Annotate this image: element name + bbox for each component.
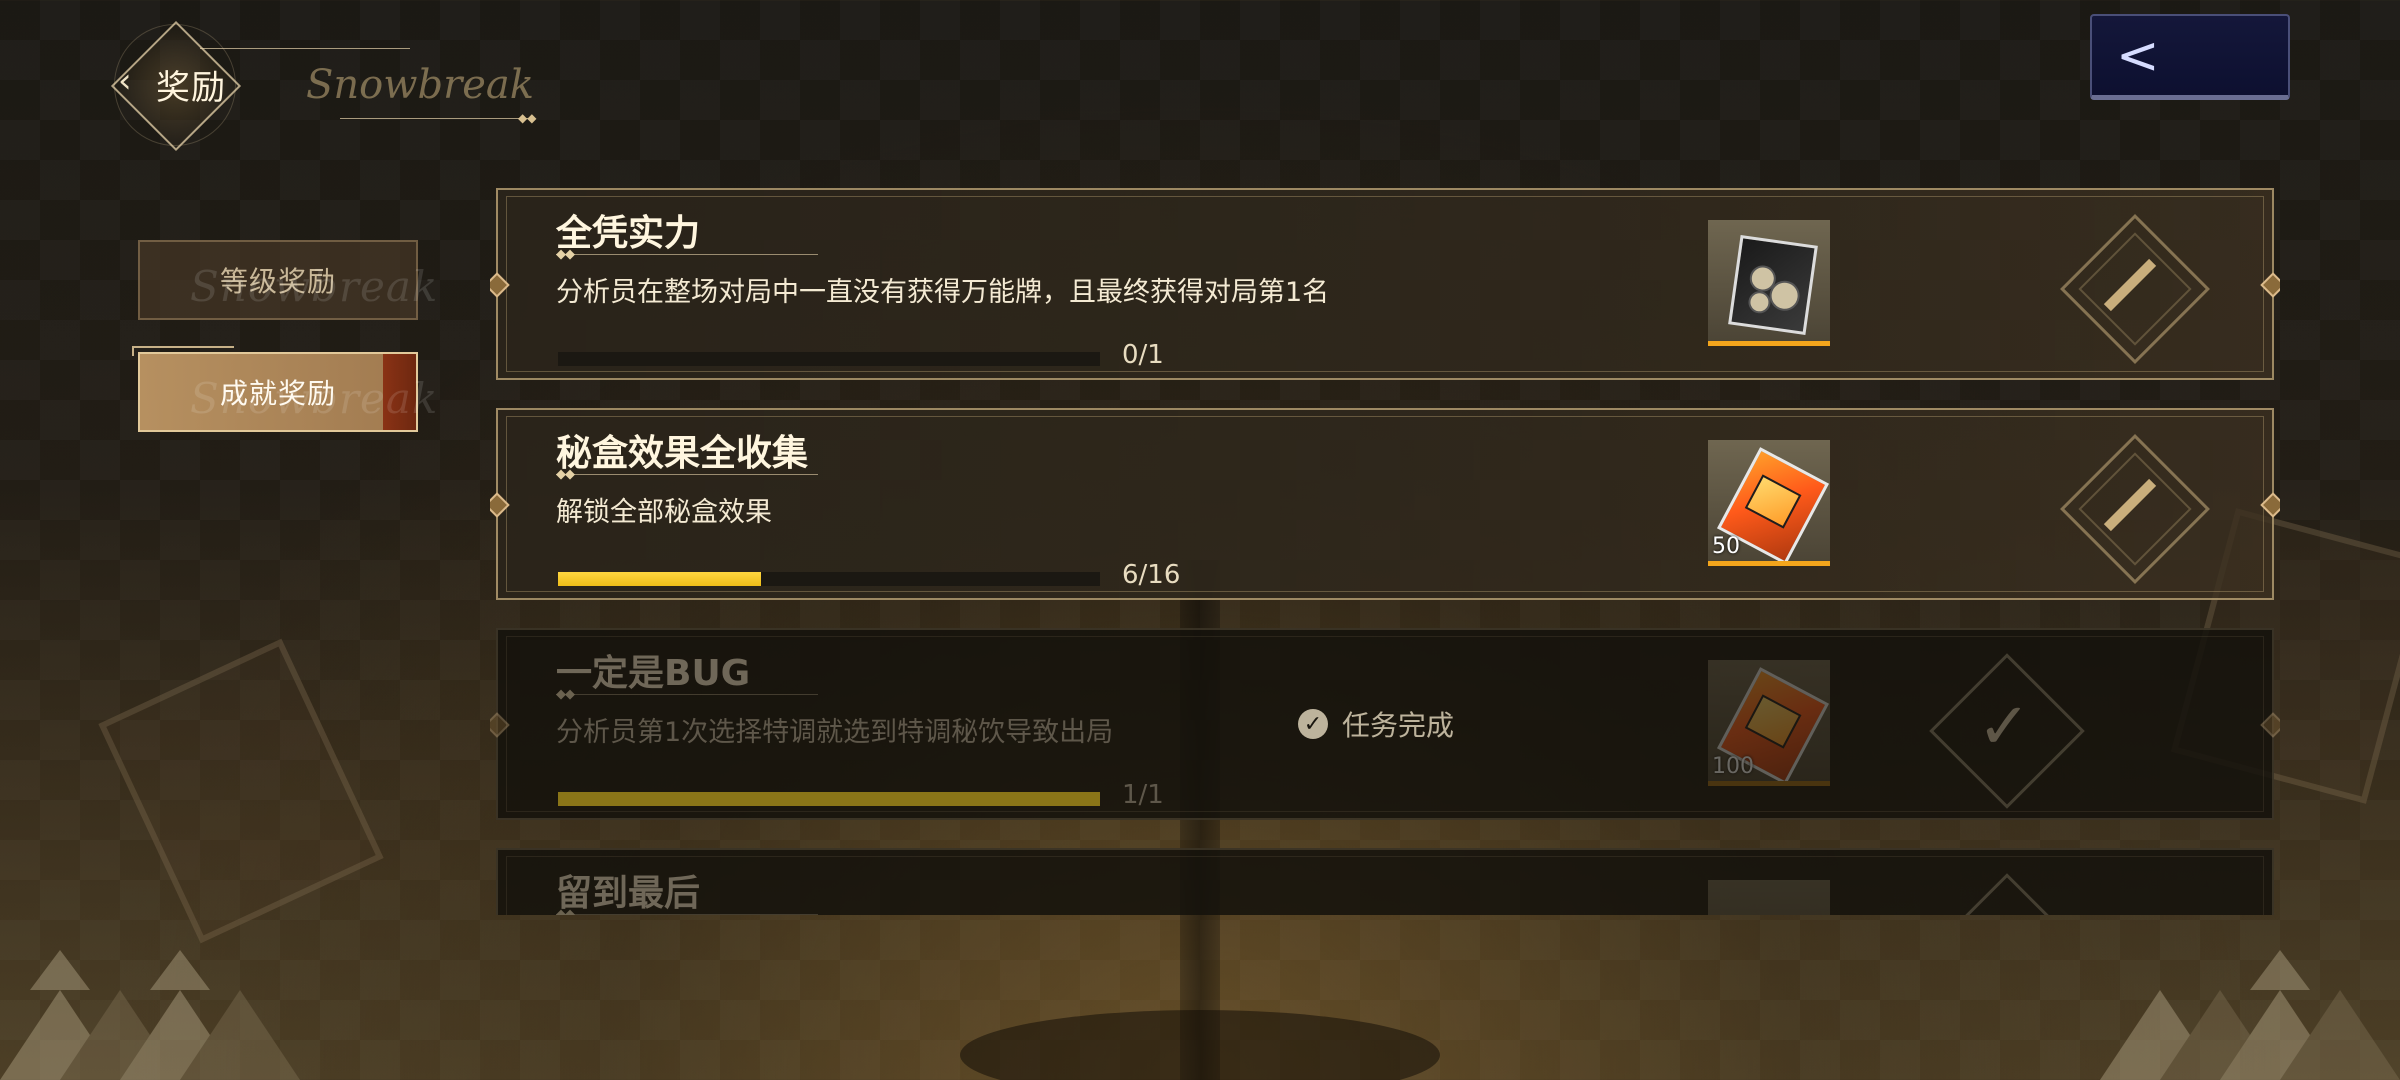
tab-label: 等级奖励 (219, 265, 336, 298)
claim-slash-icon (2098, 238, 2162, 332)
title-divider (556, 914, 818, 915)
reward-item[interactable] (1708, 220, 1830, 346)
title-back-icon[interactable]: ‹ (118, 64, 132, 98)
progress-bar (558, 572, 1100, 586)
tab-achievement-rewards[interactable]: Snowbreak 成就奖励 (132, 346, 437, 432)
background-pedestal-base (960, 1010, 1440, 1080)
completed-label: 任务完成 (1342, 709, 1455, 742)
reward-item (1708, 880, 1830, 915)
card-side-ornament (490, 492, 510, 518)
achievement-description: 分析员在整场对局中一直没有获得万能牌，且最终获得对局第1名 (556, 277, 1330, 308)
achievement-card-completed: 留到最后 ◆◆ (496, 848, 2274, 915)
check-circle-icon: ✓ (1298, 709, 1328, 739)
achievement-card: 全凭实力 ◆◆ 分析员在整场对局中一直没有获得万能牌，且最终获得对局第1名 0/… (490, 188, 2280, 380)
progress-fill (558, 572, 762, 586)
achievement-description: 分析员第1次选择特调就选到特调秘饮导致出局 (556, 717, 1114, 748)
title-divider-bottom (340, 118, 530, 119)
progress-bar (558, 352, 1100, 366)
progress-text: 1/1 (1122, 780, 1164, 810)
progress-text: 0/1 (1122, 340, 1164, 370)
title-divider (556, 254, 818, 255)
claim-slash-icon (2098, 458, 2162, 552)
reward-quantity: 100 (1712, 754, 1754, 779)
background-triangles-left (0, 950, 300, 1080)
title-divider-ornament: ◆◆ (518, 111, 537, 125)
achievement-card-completed: 一定是BUG ◆◆ 分析员第1次选择特调就选到特调秘饮导致出局 ✓ 任务完成 1… (490, 628, 2280, 820)
card-side-ornament (2260, 492, 2280, 518)
page-header: ◆◆ ‹ 奖励 Snowbreak (110, 20, 540, 152)
tab-level-rewards[interactable]: Snowbreak 等级奖励 (138, 240, 437, 320)
achievement-description: 解锁全部秘盒效果 (556, 497, 772, 528)
achievement-title: 留到最后 (556, 873, 701, 914)
progress-text: 6/16 (1122, 560, 1181, 590)
card-side-ornament (490, 272, 510, 298)
background-card-left (98, 638, 384, 944)
progress-fill (558, 792, 1100, 806)
completed-stamp (1929, 873, 2085, 915)
title-script-watermark: Snowbreak (306, 62, 534, 108)
title-divider (556, 694, 818, 695)
title-divider-top (200, 48, 410, 49)
chevron-left-icon: < (2116, 26, 2160, 86)
background-triangles-right (2100, 950, 2400, 1080)
achievement-title: 秘盒效果全收集 (556, 433, 809, 474)
reward-item: 100 (1708, 660, 1830, 786)
achievement-card: 秘盒效果全收集 ◆◆ 解锁全部秘盒效果 6/16 50 (490, 408, 2280, 600)
achievement-list[interactable]: 全凭实力 ◆◆ 分析员在整场对局中一直没有获得万能牌，且最终获得对局第1名 0/… (490, 180, 2280, 915)
achievement-title: 全凭实力 (556, 213, 701, 254)
progress-bar (558, 792, 1100, 806)
card-side-ornament (2260, 272, 2280, 298)
reward-item[interactable]: 50 (1708, 440, 1830, 566)
completed-badge: ✓ 任务完成 (1298, 704, 1454, 744)
reward-quantity: 50 (1712, 534, 1740, 559)
card-side-ornament (490, 712, 510, 738)
back-button[interactable]: < (2090, 14, 2290, 100)
reward-item-icon (1728, 235, 1818, 335)
title-divider (556, 474, 818, 475)
check-icon: ✓ (1977, 690, 2031, 764)
achievement-title: 一定是BUG (556, 653, 751, 694)
page-title: 奖励 (156, 68, 226, 108)
tab-label: 成就奖励 (219, 377, 336, 410)
card-side-ornament (2260, 712, 2280, 738)
